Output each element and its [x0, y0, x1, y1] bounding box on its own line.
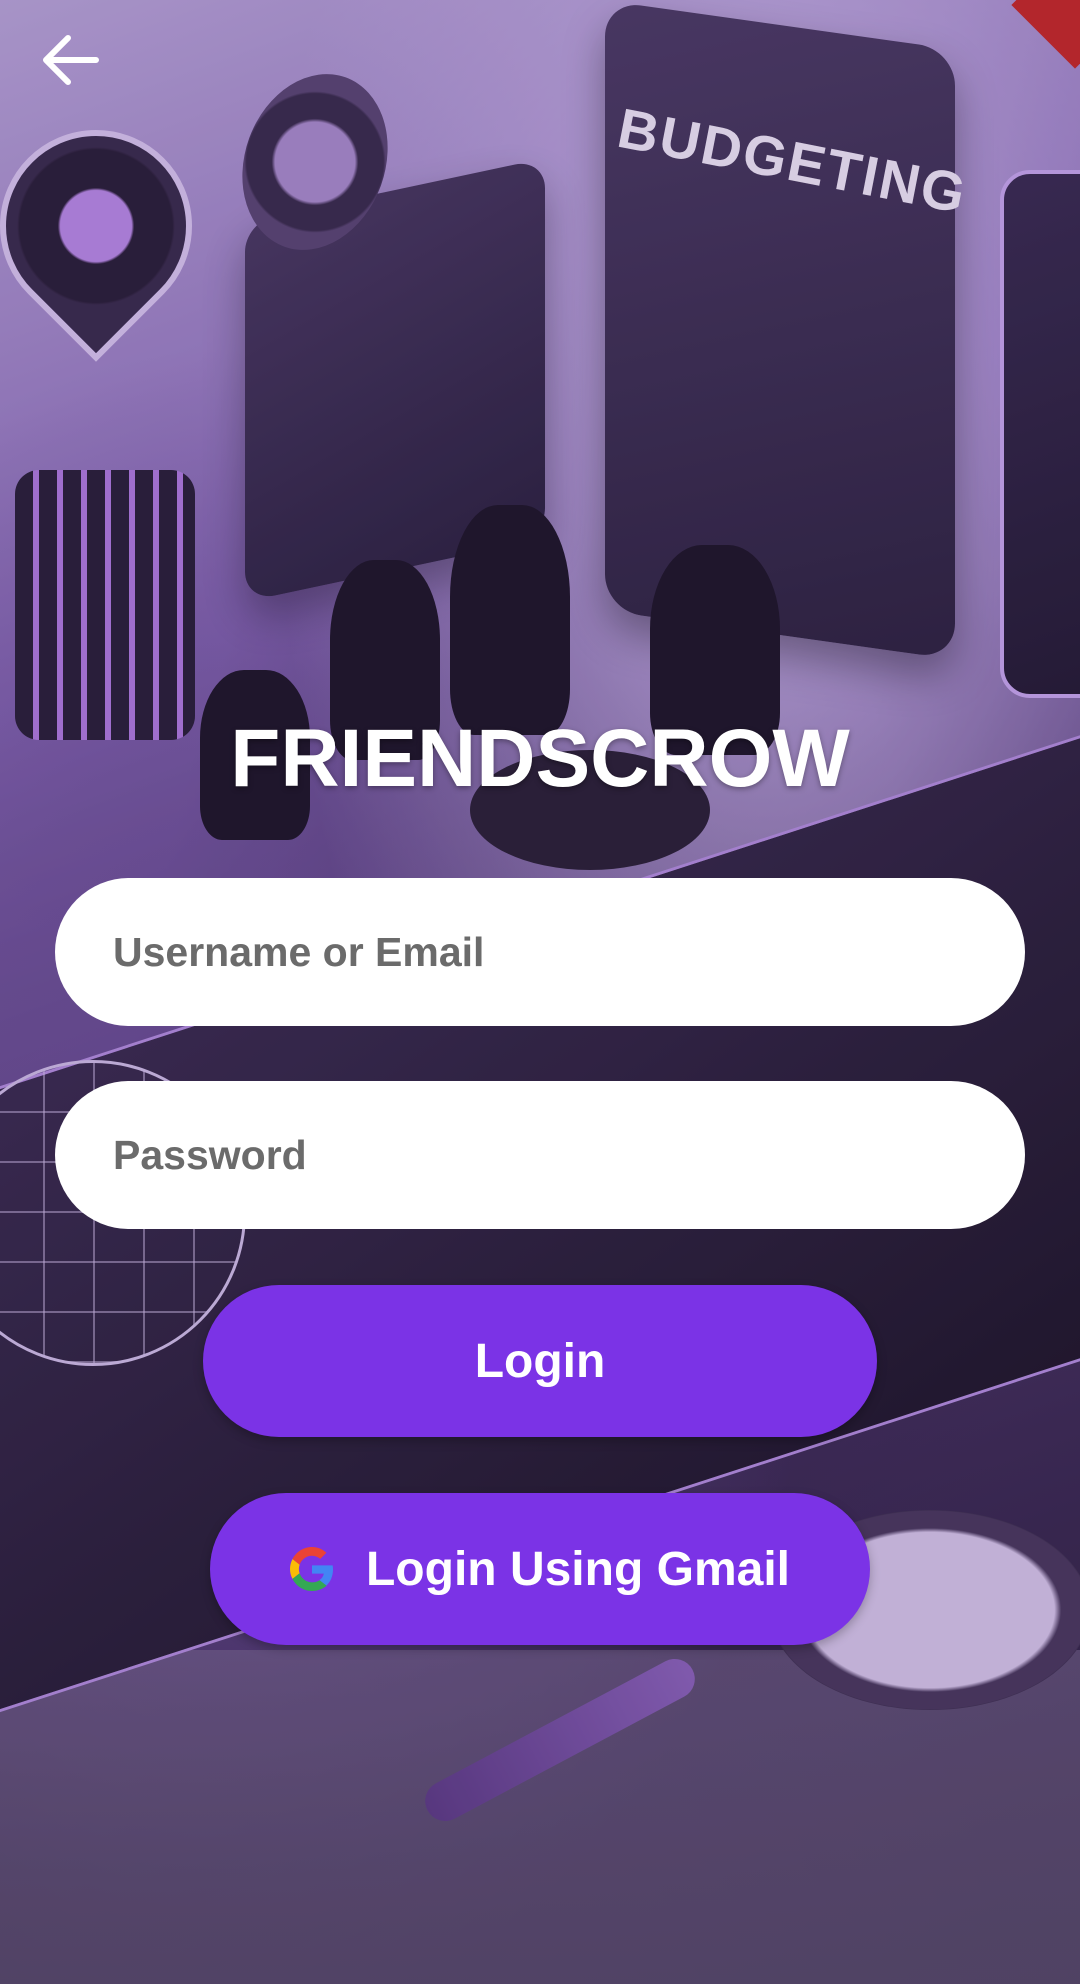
app-title: FRIENDSCROW — [230, 713, 850, 804]
arrow-left-icon — [43, 35, 99, 85]
google-icon — [289, 1547, 333, 1591]
login-screen: BUDGETING FRIENDSCROW Login Login — [0, 0, 1080, 1984]
login-with-gmail-button[interactable]: Login Using Gmail — [210, 1493, 870, 1645]
username-field-container[interactable] — [55, 878, 1025, 1026]
back-button[interactable] — [30, 25, 110, 95]
username-input[interactable] — [111, 927, 1025, 977]
login-button-label: Login — [474, 1334, 606, 1388]
login-button[interactable]: Login — [203, 1285, 877, 1437]
password-field-container[interactable] — [55, 1081, 1025, 1229]
login-with-gmail-label: Login Using Gmail — [365, 1542, 790, 1596]
password-input[interactable] — [111, 1130, 1025, 1180]
